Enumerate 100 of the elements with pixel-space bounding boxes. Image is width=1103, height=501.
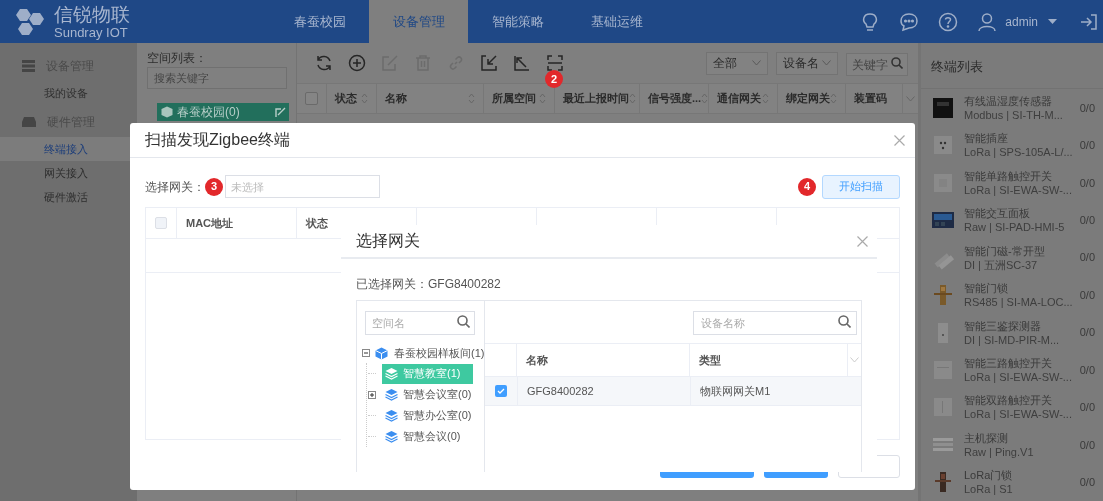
field-label: 选择网关： [145,178,205,196]
column-header[interactable]: 所属空间 [492,90,536,107]
dialog-title: 选择网关 [356,231,420,251]
nav-tab[interactable]: 设备管理 [369,0,468,43]
column-header[interactable]: 名称 [385,90,407,107]
item-count: 0/0 [1079,250,1095,266]
list-item[interactable]: 智能交互面板 Raw | SI-PAD-HMI-5 0/0 [921,201,1103,239]
collapse-icon[interactable] [362,349,370,357]
item-detail: Raw | Ping.V1 [964,444,1034,459]
sidebar-item[interactable]: 我的设备 [0,81,137,105]
item-count: 0/0 [1079,138,1095,154]
number-badge: 2 [545,70,563,88]
export-icon[interactable] [512,54,531,72]
layers-icon [385,367,398,380]
item-count: 0/0 [1079,213,1095,229]
tree-item-label: 智慧教室(1) [403,366,461,382]
table-cell-text: GFG8400282 [527,383,594,399]
sort-icon [468,93,475,104]
chevron-down-icon [822,60,831,66]
item-detail: LoRa | SI-EWA-SW-... [964,182,1072,197]
item-count: 0/0 [1079,475,1095,490]
item-name: LoRa门锁 [964,468,1013,483]
column-header[interactable]: 装置码 [854,90,887,107]
brand-subtitle: Sundray IOT [54,25,129,39]
close-icon[interactable] [857,235,868,247]
item-count: 0/0 [1079,362,1095,378]
help-icon[interactable] [938,11,959,32]
item-count: 0/0 [1079,175,1095,191]
column-header[interactable]: 最近上报时间 [563,90,629,107]
nav-tab[interactable]: 智能策略 [468,0,567,43]
search-icon [838,315,851,328]
chevron-down-icon [752,60,761,66]
item-name: 智能交互面板 [964,206,1031,221]
caret-icon[interactable] [1048,18,1057,25]
item-detail: LoRa | S1 [964,482,1013,497]
panel-title: 空间列表： [147,50,208,66]
tree-item[interactable]: 春蚕校园(0) [157,103,289,121]
item-detail: Raw | SI-PAD-HMI-5 [964,220,1065,235]
tree-item[interactable]: 春蚕校园样板间(1) [393,344,486,362]
tree-item-label: 智慧会议室(0) [403,387,472,403]
number-badge: 3 [205,177,223,196]
chevron-down-icon [906,95,915,102]
import-icon[interactable] [479,54,498,72]
item-count: 0/0 [1079,325,1095,341]
column-header[interactable]: 名称 [526,351,548,369]
item-detail: LoRa | SI-EWA-SW-... [964,407,1072,422]
add-icon[interactable] [347,54,366,72]
edit-icon [275,106,286,118]
chevron-down-icon [850,357,859,363]
checkbox[interactable] [495,385,507,397]
nav-tab[interactable]: 春蚕校园 [270,0,369,43]
sort-icon [539,93,546,104]
item-count: 0/0 [1079,287,1095,303]
checkbox[interactable] [305,92,318,105]
refresh-icon[interactable] [314,54,333,72]
sort-icon [629,93,636,104]
panel-title: 终端列表 [931,57,983,76]
logout-icon[interactable] [1079,11,1099,32]
input-field[interactable]: 未选择 [225,175,380,198]
column-header[interactable]: 类型 [699,351,721,369]
drive-icon [22,117,36,127]
sort-icon [830,93,837,104]
layers-icon [385,430,398,443]
user-name[interactable]: admin [1005,12,1038,31]
sort-icon [361,93,368,104]
search-icon [891,56,903,69]
column-header[interactable]: 状态 [335,90,357,107]
brand-name: 信锐物联 [54,4,130,24]
item-detail: LoRa | SPS-105A-L/... [964,145,1073,160]
number-badge: 4 [798,177,816,196]
column-header[interactable]: 通信网关 [717,90,761,107]
nav-tab[interactable]: 基础运维 [567,0,666,43]
user-icon[interactable] [977,11,998,32]
item-detail: DI | SI-MD-PIR-M... [964,332,1060,347]
dropdown[interactable]: 全部 [706,51,768,75]
sort-icon [762,93,769,104]
column-header[interactable]: 状态 [306,214,328,232]
column-header[interactable]: 信号强度... [648,90,702,107]
tree-item[interactable]: 智慧办公室(0) [382,405,473,426]
table-cell-text: 物联网网关M1 [700,383,771,399]
layers-icon [385,409,398,422]
chat-icon[interactable] [899,11,920,32]
list-icon [22,60,35,72]
expand-icon[interactable] [368,390,376,399]
dropdown[interactable]: 设备名 [776,51,838,75]
column-header[interactable]: MAC地址 [186,214,234,232]
scan-button[interactable]: 开始扫描 [822,174,900,199]
search-icon [457,315,470,328]
tree-item[interactable]: 智慧会议(0) [382,426,473,447]
item-count: 0/0 [1079,400,1095,416]
close-icon[interactable] [894,134,905,146]
tree-item[interactable]: 智慧教室(1) [382,363,473,384]
dialog-title: 扫描发现Zigbee终端 [145,130,290,150]
column-header[interactable]: 绑定网关 [786,90,830,107]
item-count: 0/0 [1079,100,1095,116]
tree-item-label: 春蚕校园(0) [177,104,240,121]
list-item[interactable]: LoRa门锁 LoRa | S1 0/0 [921,463,1103,501]
scan-icon[interactable] [545,54,564,72]
tree-item[interactable]: 智慧会议室(0) [382,384,473,405]
selected-gateway-text: 已选择网关：GFG8400282 [355,276,502,292]
